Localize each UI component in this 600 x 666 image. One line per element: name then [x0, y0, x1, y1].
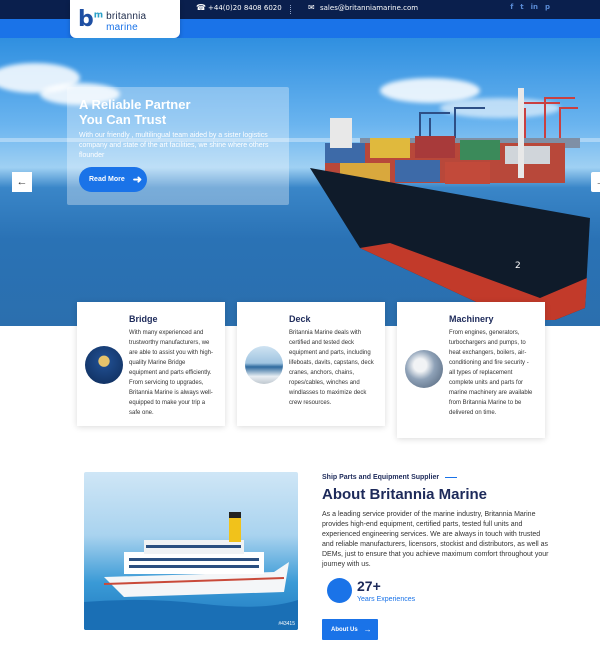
hero-title: A Reliable Partner You Can Trust	[79, 97, 277, 127]
service-description: From engines, generators, turbochargers …	[449, 330, 533, 416]
logo-brand: britannia	[106, 11, 147, 22]
slider-prev-button[interactable]: ←	[12, 172, 32, 192]
bridge-thumbnail	[85, 346, 123, 384]
twitter-icon[interactable]: t	[520, 3, 523, 11]
arrow-right-icon: →	[596, 176, 600, 188]
subtitle-line	[445, 477, 458, 478]
read-more-button[interactable]: Read More ➜	[79, 167, 147, 192]
service-title: Bridge	[129, 314, 158, 324]
cruise-ship-image: #43415	[84, 472, 298, 630]
about-description: As a leading service provider of the mar…	[322, 511, 549, 568]
hero-title-line2: You Can Trust	[79, 112, 167, 127]
phone-contact[interactable]: ☎ +44(0)20 8408 6020	[196, 3, 282, 13]
service-title: Deck	[289, 314, 311, 324]
arrow-right-icon: ➜	[132, 174, 143, 186]
contact-separator	[290, 5, 291, 14]
about-subtitle-text: Ship Parts and Equipment Supplier	[322, 474, 440, 481]
service-card-machinery[interactable]: Machinery From engines, generators, turb…	[397, 302, 545, 438]
machinery-thumbnail	[405, 350, 443, 388]
about-us-label: About Us	[331, 626, 358, 633]
service-card-deck[interactable]: Deck Britannia Marine deals with certifi…	[237, 302, 385, 426]
cargo-ship-image: 2	[310, 88, 590, 320]
phone-number: +44(0)20 8408 6020	[208, 4, 282, 12]
experience-number: 27+	[357, 578, 381, 594]
arrow-right-icon: →	[363, 625, 372, 634]
svg-text:2: 2	[515, 261, 521, 271]
experience-label: Years Experiences	[357, 596, 416, 603]
email-address: sales@britanniamarine.com	[320, 4, 419, 12]
image-watermark: #43415	[278, 621, 295, 627]
hero-description: With our friendly , multilingual team ai…	[79, 132, 269, 159]
service-title: Machinery	[449, 314, 494, 324]
arrow-left-icon: ←	[16, 176, 28, 188]
facebook-icon[interactable]: f	[510, 3, 513, 11]
phone-icon: ☎	[196, 3, 206, 12]
service-description: With many experienced and trustworthy ma…	[129, 330, 214, 416]
experience-dot-icon	[327, 578, 352, 603]
hero-banner: 2 A Reliable Partner You Can Trust With …	[0, 38, 600, 326]
deck-thumbnail	[245, 346, 283, 384]
linkedin-icon[interactable]: in	[531, 3, 538, 11]
social-links: f t in p	[510, 3, 550, 11]
logo-brand-suffix: marine	[106, 22, 138, 33]
pinterest-icon[interactable]: p	[545, 3, 550, 11]
read-more-label: Read More	[89, 176, 125, 183]
email-contact[interactable]: ✉ sales@britanniamarine.com	[308, 3, 419, 13]
cruise-ship-illustration	[84, 512, 298, 630]
service-description: Britannia Marine deals with certified an…	[289, 330, 374, 406]
site-logo[interactable]: bm britannia marine	[70, 0, 180, 38]
logo-text: britannia marine	[106, 11, 180, 33]
about-subtitle: Ship Parts and Equipment Supplier	[322, 474, 458, 481]
slider-next-button[interactable]: →	[591, 172, 600, 192]
about-title: About Britannia Marine	[322, 486, 488, 503]
logo-mark-icon: bm	[78, 6, 104, 32]
hero-card: A Reliable Partner You Can Trust With ou…	[67, 87, 289, 205]
hero-title-line1: A Reliable Partner	[79, 97, 191, 112]
about-us-button[interactable]: About Us →	[322, 619, 378, 640]
service-card-bridge[interactable]: Bridge With many experienced and trustwo…	[77, 302, 225, 426]
mail-icon: ✉	[308, 3, 315, 12]
